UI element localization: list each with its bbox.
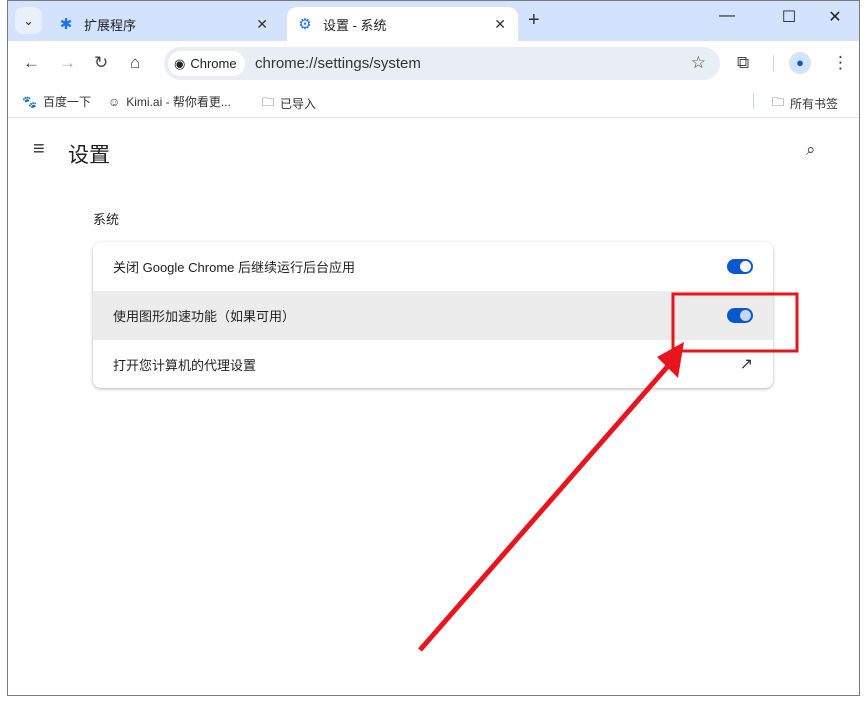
- highlight-box: [671, 292, 799, 353]
- annotation-overlay: [418, 292, 799, 652]
- arrow-shaft: [418, 364, 670, 652]
